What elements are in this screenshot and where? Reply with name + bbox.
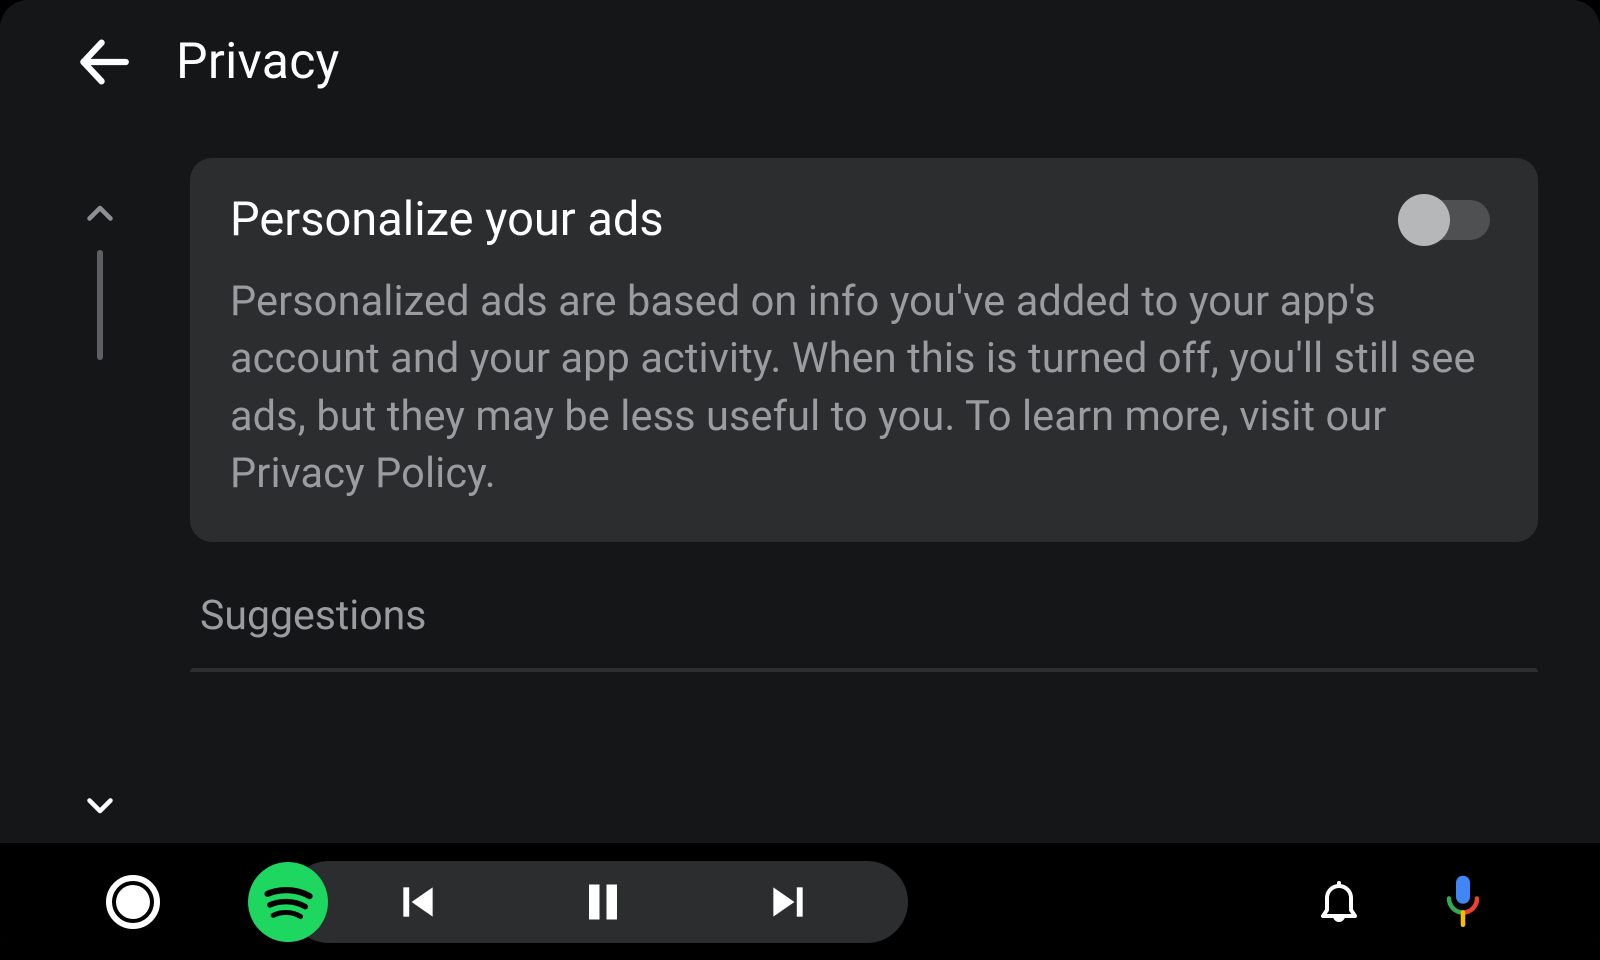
scroll-up-button[interactable] bbox=[82, 196, 118, 232]
previous-track-button[interactable] bbox=[328, 861, 508, 943]
media-app-button[interactable] bbox=[248, 862, 328, 942]
suggestions-section-label: Suggestions bbox=[200, 592, 1538, 640]
personalize-ads-description: Personalized ads are based on info you'v… bbox=[230, 273, 1498, 502]
chevron-up-icon bbox=[82, 196, 118, 232]
system-bottom-bar bbox=[0, 843, 1600, 960]
media-controls bbox=[248, 861, 908, 943]
toggle-knob bbox=[1398, 194, 1450, 246]
spotify-icon bbox=[253, 867, 323, 937]
chevron-down-icon bbox=[82, 787, 118, 823]
personalize-ads-title: Personalize your ads bbox=[230, 192, 664, 247]
scroll-indicator bbox=[80, 196, 120, 823]
next-track-button[interactable] bbox=[698, 861, 878, 943]
pause-icon bbox=[582, 878, 624, 926]
card-header: Personalize your ads bbox=[230, 192, 1498, 247]
skip-next-icon bbox=[766, 880, 810, 924]
scroll-down-button[interactable] bbox=[82, 787, 118, 823]
settings-list[interactable]: Personalize your ads Personalized ads ar… bbox=[190, 158, 1538, 672]
notifications-button[interactable] bbox=[1312, 875, 1366, 929]
next-card-peek[interactable] bbox=[190, 668, 1538, 672]
app-header: Privacy bbox=[0, 0, 1600, 94]
back-button[interactable] bbox=[72, 30, 136, 94]
skip-previous-icon bbox=[396, 880, 440, 924]
home-dot-icon bbox=[116, 885, 150, 919]
google-mic-icon bbox=[1442, 874, 1484, 930]
media-pill bbox=[288, 861, 908, 943]
scroll-track bbox=[97, 250, 103, 360]
personalize-ads-toggle[interactable] bbox=[1400, 200, 1490, 240]
scroll-rail-bottom bbox=[82, 787, 118, 823]
arrow-left-icon bbox=[75, 33, 133, 91]
content-area: Privacy P bbox=[0, 0, 1600, 843]
voice-assistant-button[interactable] bbox=[1436, 875, 1490, 929]
personalize-ads-card[interactable]: Personalize your ads Personalized ads ar… bbox=[190, 158, 1538, 542]
scroll-rail-top bbox=[82, 196, 118, 360]
home-button[interactable] bbox=[106, 875, 160, 929]
android-auto-screen: Privacy P bbox=[0, 0, 1600, 960]
play-pause-button[interactable] bbox=[508, 861, 698, 943]
page-title: Privacy bbox=[176, 33, 340, 91]
bell-icon bbox=[1315, 878, 1363, 926]
